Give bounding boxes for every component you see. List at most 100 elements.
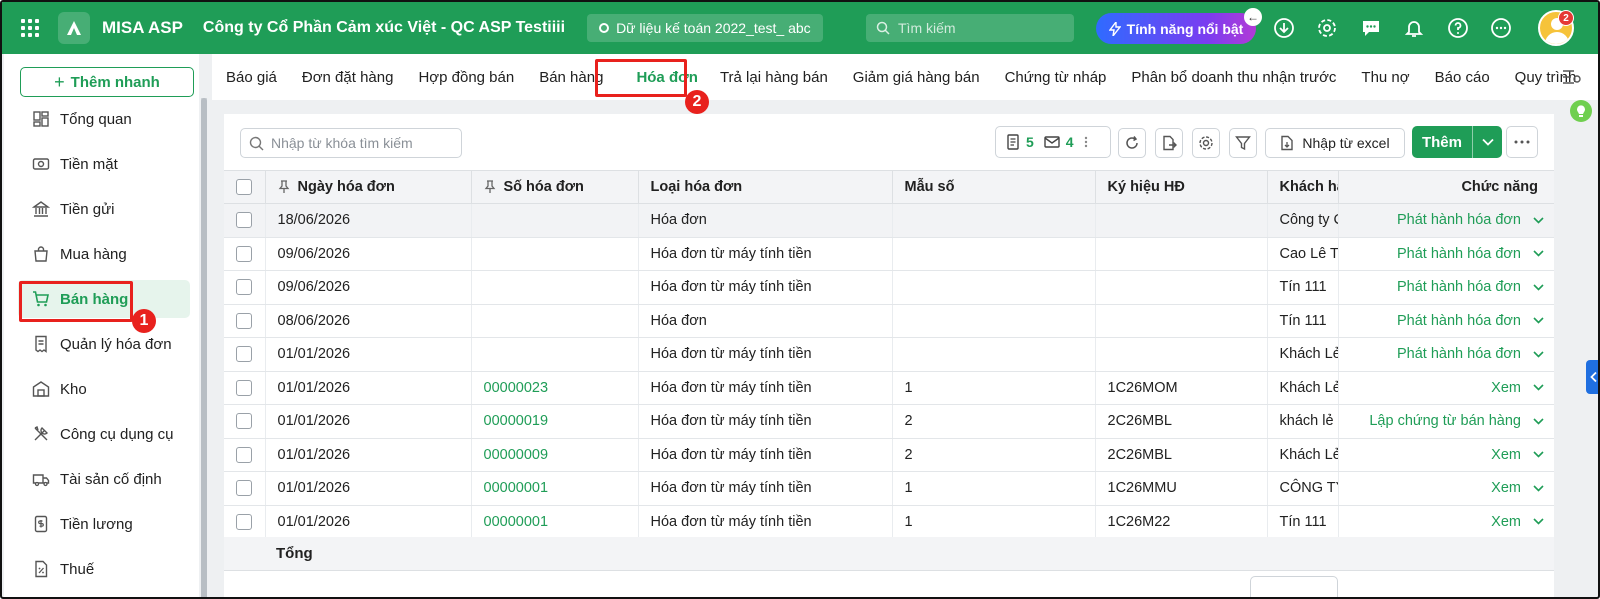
sidebar-item-cash[interactable]: Tiền mặt — [18, 145, 190, 183]
tab-draft-vouchers[interactable]: Chứng từ nháp — [1005, 69, 1107, 86]
table-row[interactable]: 18/06/2026 Hóa đơn Công ty C Phát hành hóa … — [224, 203, 1554, 238]
row-checkbox[interactable] — [224, 505, 266, 539]
cell-invoice-number[interactable]: 00000001 — [471, 505, 639, 539]
cell-invoice-number[interactable]: 00000009 — [471, 438, 639, 472]
tab-sales-return[interactable]: Trả lại hàng bán — [720, 69, 828, 86]
chevron-down-icon[interactable] — [1473, 138, 1502, 146]
row-checkbox[interactable] — [224, 237, 266, 271]
chevron-down-icon[interactable] — [1533, 250, 1544, 258]
tab-settings-icon[interactable] — [1562, 68, 1582, 91]
apps-grid-icon[interactable] — [2, 2, 58, 54]
row-action-link[interactable]: Xem — [1491, 447, 1521, 463]
sidebar-item-deposit[interactable]: Tiền gửi — [18, 190, 190, 228]
row-action-link[interactable]: Phát hành hóa đơn — [1397, 346, 1521, 362]
import-excel-button[interactable]: Nhập từ excel — [1265, 128, 1405, 158]
column-header-form[interactable]: Mẫu số — [892, 170, 1096, 204]
cell-invoice-number[interactable] — [471, 203, 639, 238]
top-search-input[interactable]: Tìm kiếm — [866, 14, 1074, 42]
sidebar-item-fixed-assets[interactable]: Tài sản cố định — [18, 460, 190, 498]
row-action-link[interactable]: Phát hành hóa đơn — [1397, 246, 1521, 262]
tab-quotation[interactable]: Báo giá — [226, 69, 277, 86]
help-icon[interactable] — [1446, 16, 1470, 40]
sidebar-item-tax[interactable]: Thuế — [18, 550, 190, 588]
more-options-button[interactable] — [1506, 126, 1538, 158]
table-row[interactable]: 01/01/2026 00000023 Hóa đơn từ máy tính ti… — [224, 371, 1554, 405]
cell-invoice-number[interactable]: 00000023 — [471, 371, 639, 405]
table-row[interactable]: 01/01/2026 00000001 Hóa đơn từ máy tính ti… — [224, 471, 1554, 506]
row-checkbox[interactable] — [224, 471, 266, 506]
row-action-link[interactable]: Phát hành hóa đơn — [1397, 212, 1521, 228]
sidebar-item-purchase[interactable]: Mua hàng — [18, 235, 190, 273]
row-action-link[interactable]: Xem — [1491, 514, 1521, 530]
cell-invoice-number[interactable]: 00000001 — [471, 471, 639, 506]
cell-invoice-number[interactable] — [471, 270, 639, 305]
sidebar-scrollbar-thumb[interactable] — [201, 98, 207, 597]
download-icon[interactable] — [1272, 16, 1296, 40]
chevron-down-icon[interactable] — [1533, 217, 1544, 224]
sidebar-item-tools[interactable]: Công cụ dụng cụ — [18, 415, 190, 453]
bell-icon[interactable] — [1402, 16, 1426, 40]
chevron-down-icon[interactable] — [1533, 384, 1544, 392]
export-button[interactable] — [1155, 128, 1183, 158]
list-search-input[interactable]: Nhập từ khóa tìm kiếm — [240, 128, 462, 158]
chevron-down-icon[interactable] — [1533, 451, 1544, 459]
table-row[interactable]: 01/01/2026 00000001 Hóa đơn từ máy tính ti… — [224, 505, 1554, 539]
arrow-left-icon[interactable]: ← — [1244, 8, 1262, 26]
side-panel-toggle[interactable] — [1586, 360, 1598, 394]
chevron-down-icon[interactable] — [1533, 418, 1544, 425]
column-header-customer[interactable]: Khách hàng — [1267, 170, 1339, 204]
column-header-date[interactable]: Ngày hóa đơn — [265, 170, 472, 204]
row-action-link[interactable]: Xem — [1491, 380, 1521, 396]
sidebar-item-salary[interactable]: Tiền lương — [18, 505, 190, 543]
featured-button[interactable]: Tính năng nổi bật — [1096, 13, 1256, 44]
settings-button[interactable] — [1192, 128, 1220, 158]
column-header-symbol[interactable]: Ký hiệu HĐ — [1095, 170, 1268, 204]
tab-reports[interactable]: Báo cáo — [1435, 69, 1490, 86]
sidebar-item-warehouse[interactable]: Kho — [18, 370, 190, 408]
settings-icon[interactable] — [1315, 16, 1339, 40]
select-all-checkbox[interactable] — [224, 170, 266, 204]
add-button[interactable]: Thêm — [1412, 126, 1502, 158]
row-action-link[interactable]: Lập chứng từ bán hàng — [1369, 413, 1521, 429]
sidebar-item-invoice-management[interactable]: Quản lý hóa đơn — [18, 325, 190, 363]
quick-add-button[interactable]: + Thêm nhanh — [20, 67, 194, 97]
row-checkbox[interactable] — [224, 371, 266, 405]
table-row[interactable]: 01/01/2026 Hóa đơn từ máy tính tiền Khách … — [224, 337, 1554, 372]
cell-invoice-number[interactable] — [471, 237, 639, 271]
table-row[interactable]: 01/01/2026 00000019 Hóa đơn từ máy tính ti… — [224, 404, 1554, 439]
row-checkbox[interactable] — [224, 438, 266, 472]
pin-icon[interactable] — [484, 180, 496, 194]
database-selector[interactable]: Dữ liệu kế toán 2022_test_ abc — [587, 14, 823, 42]
tab-sales-order[interactable]: Đơn đặt hàng — [302, 69, 394, 86]
row-checkbox[interactable] — [224, 404, 266, 439]
row-checkbox[interactable] — [224, 203, 266, 238]
chevron-down-icon[interactable] — [1533, 351, 1544, 358]
row-checkbox[interactable] — [224, 270, 266, 305]
tab-sales-contract[interactable]: Hợp đồng bán — [418, 69, 514, 86]
company-name[interactable]: Công ty Cổ Phần Cảm xúc Việt - QC ASP Te… — [203, 19, 565, 37]
table-row[interactable]: 01/01/2026 00000009 Hóa đơn từ máy tính ti… — [224, 438, 1554, 472]
chevron-down-icon[interactable] — [1533, 317, 1544, 325]
chevron-down-icon[interactable] — [1533, 485, 1544, 492]
chevron-down-icon[interactable] — [1533, 284, 1544, 291]
document-counters[interactable]: 5 4 — [995, 126, 1111, 158]
row-action-link[interactable]: Phát hành hóa đơn — [1397, 279, 1521, 295]
lightbulb-icon[interactable] — [1570, 100, 1592, 122]
refresh-button[interactable] — [1118, 128, 1146, 158]
table-row[interactable]: 09/06/2026 Hóa đơn từ máy tính tiền Cao Lê… — [224, 237, 1554, 271]
pin-icon[interactable] — [278, 180, 290, 194]
sidebar-item-overview[interactable]: Tổng quan — [18, 100, 190, 138]
chevron-down-icon[interactable] — [1533, 518, 1544, 526]
tab-debt-collection[interactable]: Thu nợ — [1361, 69, 1409, 86]
chat-icon[interactable] — [1359, 16, 1383, 40]
cell-invoice-number[interactable] — [471, 304, 639, 338]
filter-button[interactable] — [1229, 128, 1257, 158]
row-checkbox[interactable] — [224, 304, 266, 338]
column-header-number[interactable]: Số hóa đơn — [471, 170, 639, 204]
cell-invoice-number[interactable] — [471, 337, 639, 372]
row-action-link[interactable]: Xem — [1491, 480, 1521, 496]
table-row[interactable]: 09/06/2026 Hóa đơn từ máy tính tiền Tín 11… — [224, 270, 1554, 305]
tab-sales[interactable]: Bán hàng — [539, 69, 603, 86]
row-action-link[interactable]: Phát hành hóa đơn — [1397, 313, 1521, 329]
table-row[interactable]: 08/06/2026 Hóa đơn Tín 111 Phát hành hóa đơ… — [224, 304, 1554, 338]
